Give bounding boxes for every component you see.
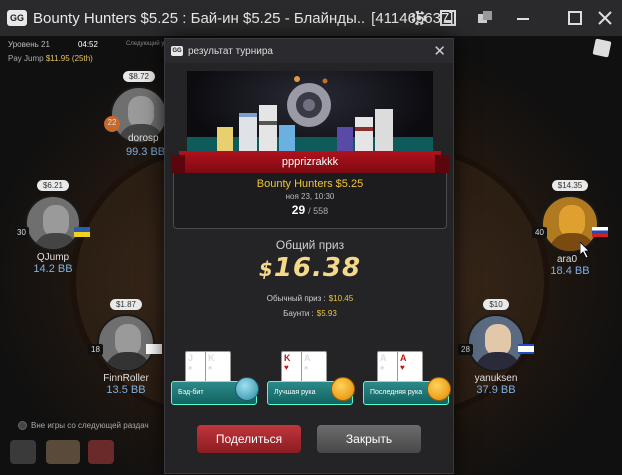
player-seat-qjump[interactable]: $6.21 QJump 14.2 BB 30 — [14, 175, 92, 275]
layout-icon[interactable] — [439, 9, 457, 27]
best-hand-button[interactable]: K ♥ A ♠ Лучшая рука — [267, 351, 355, 413]
player-stack: $8.72 — [122, 71, 156, 82]
tournament-name: Bounty Hunters $5.25 — [256, 178, 364, 190]
total-prize-label: Общий приз — [275, 238, 345, 252]
chips-illustration — [217, 76, 393, 153]
dialog-header: GG результат турнира ✕ — [165, 39, 453, 63]
player-bb: 99.3 BB — [126, 146, 166, 158]
table-view-icon[interactable] — [46, 440, 80, 464]
flag-israel-icon — [518, 344, 534, 354]
close-button[interactable]: Закрыть — [317, 425, 421, 453]
player-avatar — [467, 314, 525, 372]
seat-number: 28 — [458, 344, 473, 355]
cards-icon[interactable] — [592, 38, 612, 58]
poker-client-window: GG Bounty Hunters $5.25 : Бай-ин $5.25 -… — [0, 0, 622, 475]
finish-place: 29 — [291, 203, 306, 217]
happy-emoji-icon — [331, 377, 355, 401]
tournament-ticket: Bounty Hunters $5.25 ноя 23, 10:30 29/ 5… — [173, 167, 447, 229]
player-seat-finnroller[interactable]: $1.87 FinnRoller 13.5 BB 18 — [86, 294, 166, 396]
maximize-icon[interactable] — [566, 9, 584, 27]
app-logo: GG — [7, 10, 27, 26]
dialog-close-icon[interactable]: ✕ — [433, 42, 446, 60]
sitout-next-hand[interactable]: Вне игры со следующей раздач — [18, 421, 149, 430]
player-bb: 14.2 BB — [33, 263, 73, 275]
level-timer: 04:52 — [77, 39, 98, 49]
winner-name: ppprizrakkk — [281, 156, 339, 168]
wink-emoji-icon — [427, 377, 451, 401]
player-stack: $1.87 — [109, 299, 143, 310]
result-banner — [187, 71, 433, 163]
level-info: Уровень 21 04:52 Следующий уров — [8, 38, 174, 50]
sad-emoji-icon — [235, 377, 259, 401]
regular-prize: Обычный приз : $10.45 — [165, 294, 455, 303]
card: A ♥ — [397, 351, 423, 385]
player-seat-yanuksen[interactable]: $10 yanuksen 37.9 BB 28 — [456, 294, 536, 396]
window-title: Bounty Hunters $5.25 : Бай-ин $5.25 - Бл… — [33, 10, 453, 27]
settings-gear-icon[interactable] — [410, 9, 428, 27]
dialog-logo: GG — [171, 46, 183, 56]
player-avatar — [25, 195, 81, 251]
flag-russia-icon — [592, 227, 608, 237]
last-hand-button[interactable]: A ♠ A ♥ Последняя рука — [363, 351, 451, 413]
bad-beat-hand-button[interactable]: J ♠ K ♠ Бэд-бит — [171, 351, 259, 413]
hand-cards: A ♠ A ♥ — [377, 351, 427, 385]
prize-value: 16.38 — [273, 253, 362, 283]
player-stack: $10 — [483, 299, 509, 310]
hand-cards: J ♠ K ♠ — [185, 351, 235, 385]
player-stack: $14.35 — [551, 180, 589, 191]
regular-prize-value: $10.45 — [328, 294, 354, 303]
emoji-icon[interactable] — [88, 440, 114, 464]
tile-windows-icon[interactable] — [476, 9, 494, 27]
total-prize-amount: $16.38 — [165, 253, 455, 283]
pay-jump-info: Pay Jump $11.95 (25th) — [8, 54, 93, 63]
mouse-cursor-icon — [580, 242, 590, 258]
window-title-text: Bounty Hunters $5.25 : Бай-ин $5.25 - Бл… — [33, 9, 366, 27]
player-bb: 18.4 BB — [550, 265, 590, 277]
bounty-badge: 22 — [104, 116, 120, 132]
dialog-title: результат турнира — [188, 45, 273, 57]
menu-icon[interactable] — [10, 440, 36, 464]
sitout-label: Вне игры со следующей раздач — [31, 421, 149, 430]
pay-jump-label: Pay Jump — [8, 54, 44, 63]
player-avatar — [97, 314, 155, 372]
flag-ukraine-icon — [74, 227, 90, 237]
seat-number: 40 — [532, 227, 547, 238]
level-label: Уровень 21 — [8, 39, 50, 49]
title-bar: GG Bounty Hunters $5.25 : Бай-ин $5.25 -… — [0, 0, 622, 37]
tournament-result-dialog: GG результат турнира ✕ Bounty Hunters $5… — [164, 38, 454, 474]
player-seat-ara0[interactable]: $14.35 ara0 18.4 BB 40 — [530, 175, 610, 277]
bottom-toolbar — [10, 440, 160, 470]
prize-currency: $ — [258, 257, 274, 281]
close-window-icon[interactable] — [596, 9, 614, 27]
hand-cards: K ♥ A ♠ — [281, 351, 331, 385]
player-name: ara0 — [556, 254, 577, 265]
bounty-prize: Баунти : $5.93 — [165, 309, 455, 318]
player-stack: $6.21 — [36, 180, 70, 191]
card: K ♠ — [205, 351, 231, 385]
bounty-label: Баунти : — [283, 309, 314, 318]
player-name: FinnRoller — [103, 373, 149, 384]
player-name: dorosp — [128, 133, 159, 144]
sitout-checkbox[interactable] — [18, 421, 27, 430]
total-entrants: / 558 — [308, 206, 329, 216]
card: A ♠ — [301, 351, 327, 385]
regular-prize-label: Обычный приз : — [266, 294, 326, 303]
seat-number: 30 — [14, 227, 29, 238]
finish-position: 29/ 558 — [174, 203, 446, 217]
player-name: yanuksen — [474, 373, 518, 384]
player-bb: 13.5 BB — [106, 384, 146, 396]
player-bb: 37.9 BB — [476, 384, 516, 396]
tournament-date: ноя 23, 10:30 — [285, 192, 335, 201]
winner-ribbon: ppprizrakkk — [171, 151, 449, 173]
hand-replays: J ♠ K ♠ Бэд-бит K ♥ A ♠ Лучшая рука A ♠ A ♥ — [171, 351, 451, 413]
share-button[interactable]: Поделиться — [197, 425, 301, 453]
minimize-icon[interactable] — [514, 9, 532, 27]
flag-finland-icon — [146, 344, 162, 354]
player-name: QJump — [36, 252, 70, 263]
bounty-value: $5.93 — [316, 309, 337, 318]
pay-jump-value: $11.95 (25th) — [45, 54, 93, 63]
seat-number: 18 — [88, 344, 103, 355]
player-avatar — [541, 195, 599, 253]
